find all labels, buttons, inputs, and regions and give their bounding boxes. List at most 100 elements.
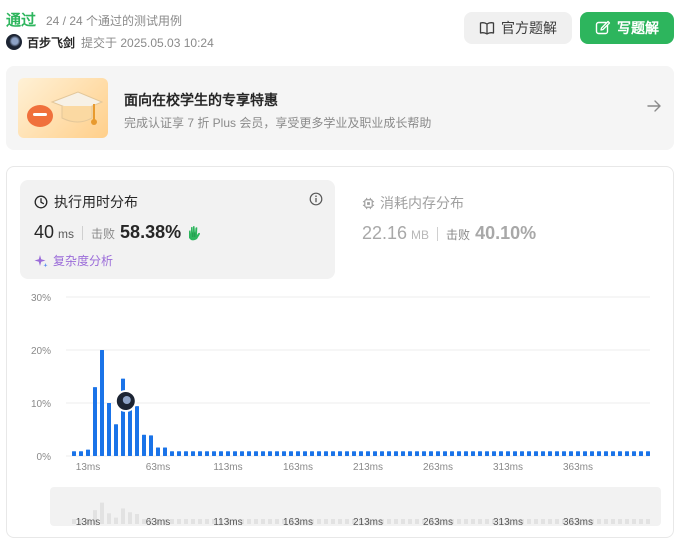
user-runtime-marker-highlight	[122, 396, 131, 404]
chart-bar	[401, 451, 405, 456]
chart-bar	[422, 451, 426, 456]
chart-bar	[303, 451, 307, 456]
chart-bar	[513, 451, 517, 456]
chart-bar	[520, 451, 524, 456]
chart-bar	[443, 451, 447, 456]
x-tick-label: 313ms	[493, 462, 523, 473]
chart-bar	[583, 451, 587, 456]
chart-bar	[632, 451, 636, 456]
chart-bar	[590, 451, 594, 456]
chart-bar	[310, 451, 314, 456]
range-slider-bar	[191, 519, 195, 524]
range-slider-tick-label: 263ms	[423, 517, 453, 528]
y-tick-label: 10%	[31, 399, 51, 410]
range-slider-bar	[604, 519, 608, 524]
chart-bar	[527, 451, 531, 456]
chart-bar	[394, 451, 398, 456]
range-slider-bar	[632, 519, 636, 524]
y-tick-label: 20%	[31, 346, 51, 357]
range-slider-tick-label: 113ms	[213, 517, 242, 528]
range-slider-bar	[317, 519, 321, 524]
chart-bar	[184, 451, 188, 456]
chart-bar	[107, 403, 111, 456]
chart-bar	[205, 451, 209, 456]
chart-bar	[555, 451, 559, 456]
range-slider-bar	[198, 519, 202, 524]
range-slider-bar	[541, 519, 545, 524]
chart-bar	[261, 451, 265, 456]
chart-bar	[135, 406, 139, 456]
chart-bar	[618, 451, 622, 456]
range-slider-bar	[625, 519, 629, 524]
x-tick-label: 363ms	[563, 462, 593, 473]
chart-bar	[338, 451, 342, 456]
runtime-distribution-chart[interactable]: 30% 20% 10% 0% 13ms 63ms 113ms 163ms 213ms 263ms 3…	[0, 0, 681, 546]
x-tick-label: 263ms	[423, 462, 453, 473]
range-slider-bar	[534, 519, 538, 524]
chart-bar	[492, 451, 496, 456]
chart-bar	[408, 451, 412, 456]
chart-bar	[149, 435, 153, 456]
chart-bar	[471, 451, 475, 456]
chart-bar	[163, 447, 167, 456]
chart-bar	[275, 451, 279, 456]
range-slider-bar	[100, 502, 104, 524]
range-slider-bar	[170, 519, 174, 524]
chart-bar	[212, 451, 216, 456]
chart-bar	[499, 451, 503, 456]
chart-bar	[562, 451, 566, 456]
chart-bar	[240, 451, 244, 456]
chart-bar	[233, 451, 237, 456]
range-slider-bar	[408, 519, 412, 524]
chart-bar	[100, 350, 104, 456]
chart-bar	[534, 451, 538, 456]
chart-bar	[219, 451, 223, 456]
range-slider-bar	[478, 519, 482, 524]
chart-bar	[324, 451, 328, 456]
range-slider-bar	[121, 508, 125, 524]
chart-bar	[646, 451, 650, 456]
range-slider-bar	[261, 519, 265, 524]
chart-bar	[541, 451, 545, 456]
range-slider-bar	[177, 519, 181, 524]
chart-bar	[142, 434, 146, 456]
range-slider-bar	[275, 519, 279, 524]
chart-bar	[72, 451, 76, 456]
range-slider-bar	[639, 519, 643, 524]
range-slider-bar	[324, 519, 328, 524]
chart-bar	[625, 451, 629, 456]
range-slider-bar	[268, 519, 272, 524]
range-slider-bar	[471, 519, 475, 524]
range-slider-bar	[485, 519, 489, 524]
chart-bar	[296, 451, 300, 456]
range-slider-bar	[135, 513, 139, 524]
range-slider-bar	[548, 519, 552, 524]
chart-bar	[226, 451, 230, 456]
range-slider-bar	[611, 519, 615, 524]
chart-bar	[86, 449, 90, 456]
range-slider-bar	[415, 519, 419, 524]
range-slider-bar	[555, 519, 559, 524]
chart-bar	[548, 451, 552, 456]
chart-bar	[464, 451, 468, 456]
chart-bar	[478, 451, 482, 456]
chart-bar	[380, 451, 384, 456]
chart-bar	[177, 451, 181, 456]
x-tick-label: 13ms	[76, 462, 100, 473]
chart-bar	[198, 451, 202, 456]
chart-bar	[93, 387, 97, 456]
chart-bar	[485, 451, 489, 456]
x-tick-label: 63ms	[146, 462, 170, 473]
chart-bar	[450, 451, 454, 456]
chart-bar	[282, 451, 286, 456]
chart-bar	[387, 451, 391, 456]
chart-bar	[457, 451, 461, 456]
chart-bar	[156, 447, 160, 456]
chart-bar	[289, 451, 293, 456]
range-slider-tick-label: 63ms	[146, 517, 170, 528]
range-slider-bar	[387, 519, 391, 524]
chart-bar	[254, 451, 258, 456]
chart-bar	[436, 451, 440, 456]
range-slider-bar	[597, 519, 601, 524]
range-slider-bar	[345, 519, 349, 524]
